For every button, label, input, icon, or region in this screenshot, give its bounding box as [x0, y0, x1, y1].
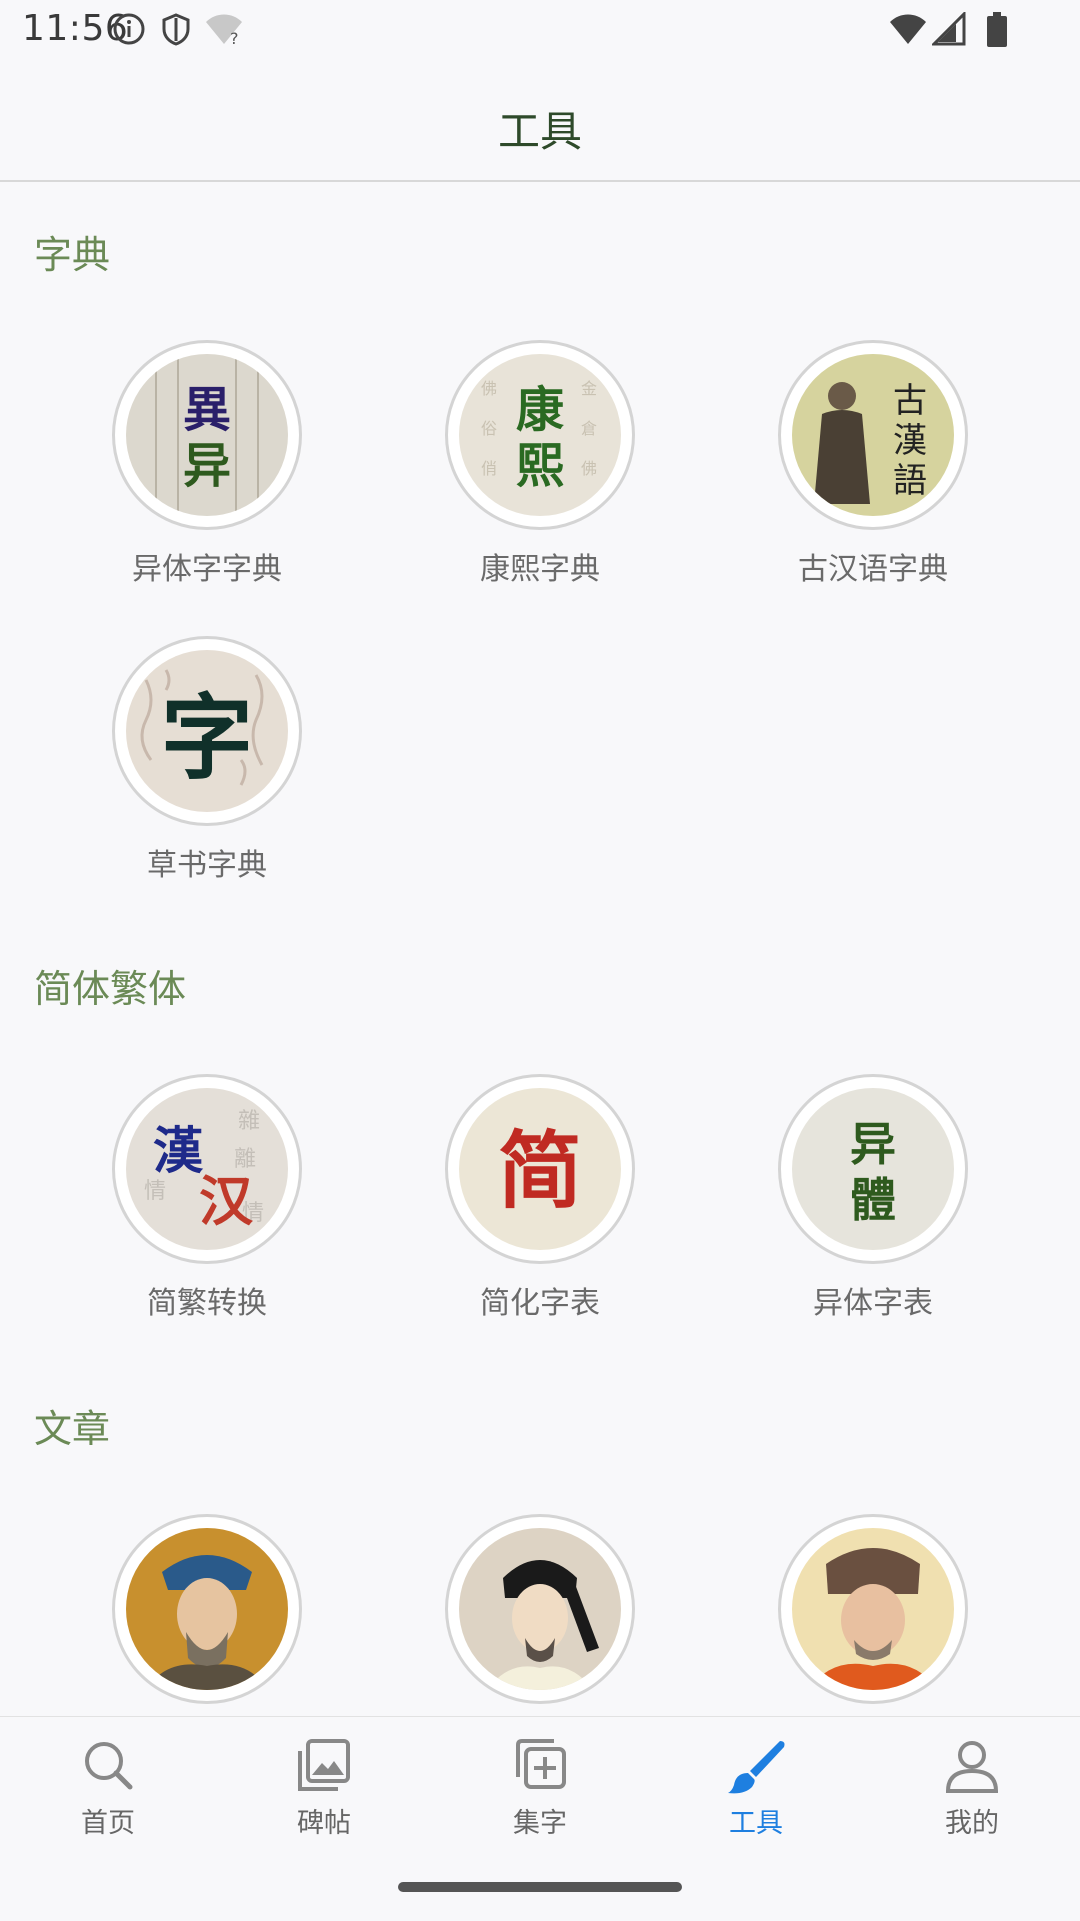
tool-article-2[interactable]: [373, 1514, 707, 1704]
svg-text:體: 體: [850, 1173, 896, 1227]
svg-text:简: 简: [498, 1121, 582, 1220]
svg-text:倉: 倉: [581, 419, 597, 438]
svg-text:异: 异: [850, 1117, 896, 1171]
nav-label: 首页: [81, 1808, 135, 1839]
tool-label: 异体字字典: [132, 552, 282, 587]
svg-text:情: 情: [144, 1179, 166, 1204]
cursive-dictionary-icon: 字: [126, 650, 288, 812]
tool-article-3[interactable]: [706, 1514, 1040, 1704]
nav-label: 碑帖: [297, 1808, 351, 1839]
svg-text:漢: 漢: [893, 421, 927, 461]
tool-cursive-dictionary[interactable]: 字 草书字典: [40, 636, 374, 884]
simplified-table-icon: 简: [459, 1088, 621, 1250]
title-bar: 工具: [0, 62, 1080, 182]
simplified-traditional-convert-icon: 雜離情情 漢 汉: [126, 1088, 288, 1250]
svg-text:漢: 漢: [153, 1121, 204, 1180]
svg-text:佛: 佛: [481, 379, 497, 398]
signal-icon: [932, 12, 966, 46]
tool-label: 异体字表: [813, 1286, 933, 1321]
svg-text:俗: 俗: [481, 419, 497, 438]
tool-label: 康熙字典: [480, 552, 600, 587]
svg-text:康: 康: [516, 382, 564, 438]
info-icon: [113, 13, 145, 45]
scholar-portrait-icon: [126, 1528, 288, 1690]
yiti-dictionary-icon: 異 异: [126, 354, 288, 516]
tool-article-1[interactable]: [40, 1514, 374, 1704]
svg-text:汉: 汉: [199, 1169, 254, 1233]
nav-tools[interactable]: 工具: [648, 1735, 864, 1840]
scholar-portrait-icon: [459, 1528, 621, 1690]
gallery-icon: [298, 1739, 350, 1791]
tool-simplified-table[interactable]: 简 简化字表: [373, 1074, 707, 1322]
svg-text:佛: 佛: [581, 459, 597, 478]
tool-simplified-traditional-convert[interactable]: 雜離情情 漢 汉 简繁转换: [40, 1074, 374, 1322]
nav-rubbings[interactable]: 碑帖: [216, 1735, 432, 1840]
status-bar: 11:56 ?: [0, 0, 1080, 62]
tool-kangxi-dictionary[interactable]: 佛俗金倉佛俏 康 熙 康熙字典: [373, 340, 707, 588]
svg-text:古: 古: [893, 381, 927, 421]
tool-label: 草书字典: [147, 848, 267, 883]
section-title-dictionary: 字典: [34, 233, 111, 277]
page-title: 工具: [497, 107, 582, 156]
nav-label: 工具: [729, 1808, 783, 1839]
kangxi-dictionary-icon: 佛俗金倉佛俏 康 熙: [459, 354, 621, 516]
battery-icon: [987, 12, 1007, 47]
tool-classical-chinese-dictionary[interactable]: 古 漢 語 古汉语字典: [706, 340, 1040, 588]
tool-yiti-dictionary[interactable]: 異 异 异体字字典: [40, 340, 374, 588]
nav-collect-characters[interactable]: 集字: [432, 1735, 648, 1840]
classical-chinese-dictionary-icon: 古 漢 語: [792, 354, 954, 516]
nav-home[interactable]: 首页: [0, 1735, 216, 1840]
tool-label: 简繁转换: [147, 1286, 267, 1321]
section-title-simplified-traditional: 简体繁体: [34, 967, 187, 1011]
svg-text:?: ?: [230, 29, 239, 46]
svg-text:金: 金: [581, 379, 597, 398]
brush-icon: [728, 1741, 785, 1794]
section-title-articles: 文章: [34, 1407, 111, 1451]
add-collection-icon: [516, 1739, 566, 1789]
svg-text:雜: 雜: [238, 1109, 260, 1134]
tool-label: 简化字表: [480, 1286, 600, 1321]
tools-list[interactable]: 字典 異 异 异体字字典 佛俗金倉佛俏 康 熙 康熙字典 古 漢 語 古汉语字典…: [0, 182, 1080, 1716]
svg-text:俏: 俏: [481, 459, 497, 478]
tool-variant-table[interactable]: 异 體 异体字表: [706, 1074, 1040, 1322]
scholar-portrait-icon: [792, 1528, 954, 1690]
tool-label: 古汉语字典: [798, 552, 948, 587]
variant-table-icon: 异 體: [792, 1088, 954, 1250]
svg-text:字: 字: [161, 684, 253, 792]
nav-label: 集字: [513, 1808, 567, 1839]
wifi-icon: [890, 14, 926, 44]
wifi-unknown-icon: ?: [206, 14, 242, 46]
nav-profile[interactable]: 我的: [864, 1735, 1080, 1840]
nav-label: 我的: [945, 1808, 999, 1839]
svg-text:异: 异: [183, 438, 231, 494]
svg-text:熙: 熙: [516, 438, 564, 494]
home-indicator[interactable]: [398, 1882, 682, 1892]
svg-text:異: 異: [183, 382, 231, 438]
svg-text:語: 語: [893, 461, 927, 501]
profile-icon: [945, 1741, 999, 1793]
search-icon: [85, 1742, 133, 1790]
shield-icon: [162, 13, 190, 46]
